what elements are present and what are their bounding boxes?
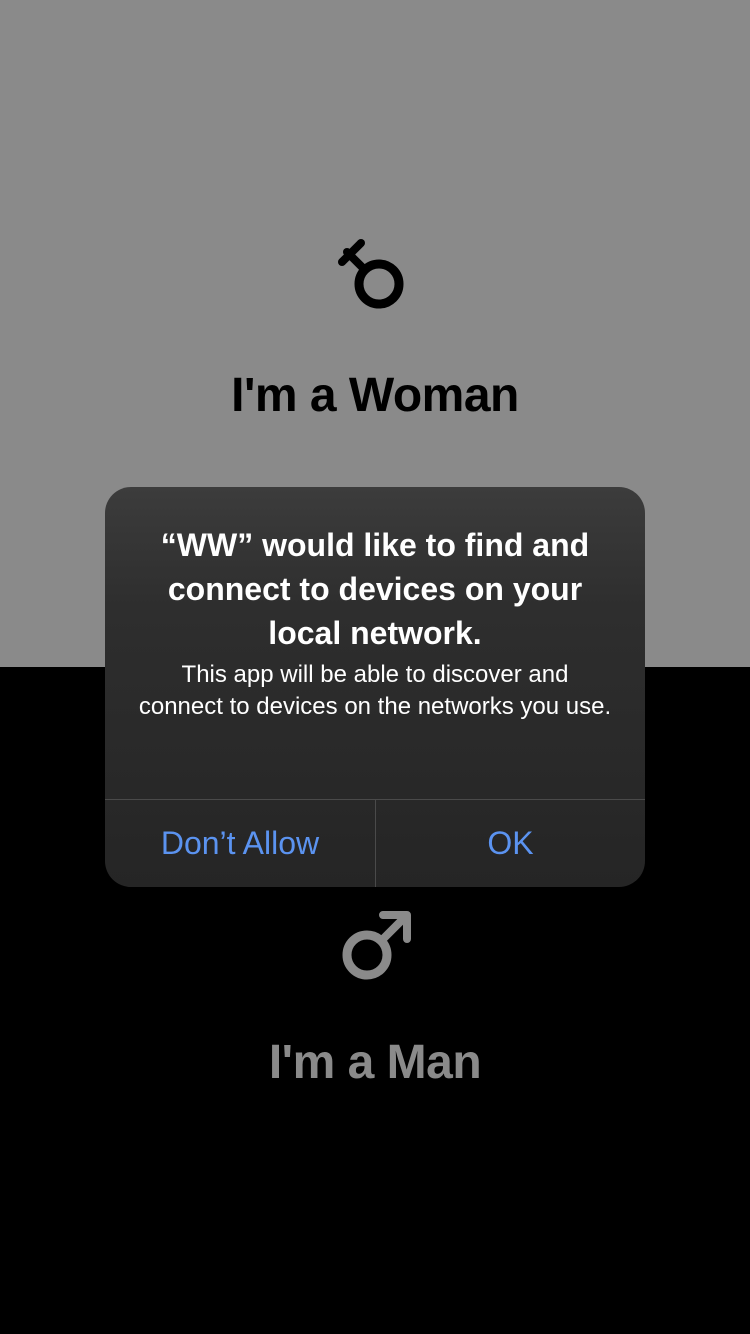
- woman-label: I'm a Woman: [231, 369, 519, 422]
- alert-message: This app will be able to discover and co…: [138, 661, 612, 720]
- man-option[interactable]: I'm a Man: [0, 905, 750, 1090]
- local-network-permission-alert: “WW” would like to find and connect to d…: [105, 487, 645, 887]
- dont-allow-button[interactable]: Don’t Allow: [105, 800, 375, 887]
- man-label: I'm a Man: [268, 1036, 482, 1089]
- alert-body: “WW” would like to find and connect to d…: [105, 487, 645, 799]
- woman-option[interactable]: I'm a Woman: [0, 236, 750, 423]
- female-symbol-icon: [338, 239, 404, 309]
- male-symbol-icon: [342, 911, 411, 980]
- alert-title: “WW” would like to find and connect to d…: [160, 527, 590, 651]
- ok-button[interactable]: OK: [376, 800, 645, 887]
